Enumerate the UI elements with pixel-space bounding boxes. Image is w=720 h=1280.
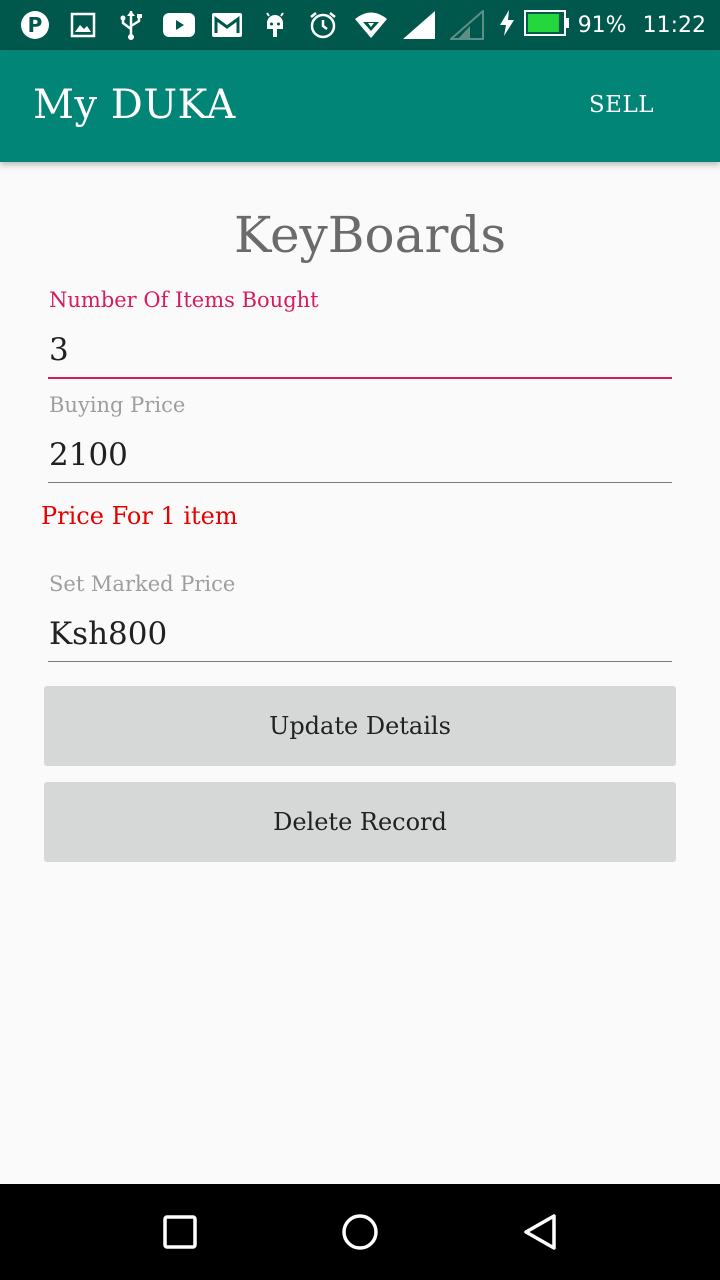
buying-price-input[interactable]: 2100 <box>49 437 128 473</box>
android-icon <box>258 8 292 42</box>
update-details-button[interactable]: Update Details <box>44 686 676 766</box>
back-icon[interactable] <box>512 1204 568 1260</box>
marked-price-input[interactable]: Ksh800 <box>49 616 167 652</box>
pinterest-icon: P <box>18 8 52 42</box>
status-bar: P 91% 11:22 <box>0 0 720 50</box>
svg-text:P: P <box>28 13 43 37</box>
recents-icon[interactable] <box>152 1204 208 1260</box>
delete-record-button[interactable]: Delete Record <box>44 782 676 862</box>
app-bar: My DUKA SELL <box>0 50 720 162</box>
signal-icon <box>402 8 436 42</box>
buying-price-underline <box>48 482 672 483</box>
clock: 11:22 <box>642 12 706 38</box>
gallery-icon <box>66 8 100 42</box>
page-title: KeyBoards <box>233 206 507 264</box>
navigation-bar <box>0 1184 720 1280</box>
youtube-icon <box>162 8 196 42</box>
sell-button[interactable]: SELL <box>589 92 654 118</box>
alarm-icon <box>306 8 340 42</box>
items-bought-input[interactable]: 3 <box>49 332 69 368</box>
app-title: My DUKA <box>33 82 236 128</box>
charging-icon <box>498 9 516 41</box>
battery-percent: 91% <box>577 12 627 38</box>
gmail-icon <box>210 8 244 42</box>
wifi-icon <box>354 8 388 42</box>
marked-price-underline <box>48 661 672 662</box>
buying-price-label: Buying Price <box>49 393 186 417</box>
battery-icon <box>523 10 570 40</box>
marked-price-label: Set Marked Price <box>49 572 236 596</box>
notification-icons: P <box>18 8 484 42</box>
items-bought-underline <box>48 377 672 379</box>
home-icon[interactable] <box>332 1204 388 1260</box>
usb-icon <box>114 8 148 42</box>
items-bought-label: Number Of Items Bought <box>49 288 319 312</box>
unit-price-note: Price For 1 item <box>41 502 238 530</box>
system-status: 91% 11:22 <box>498 8 706 42</box>
signal-empty-icon <box>450 8 484 42</box>
